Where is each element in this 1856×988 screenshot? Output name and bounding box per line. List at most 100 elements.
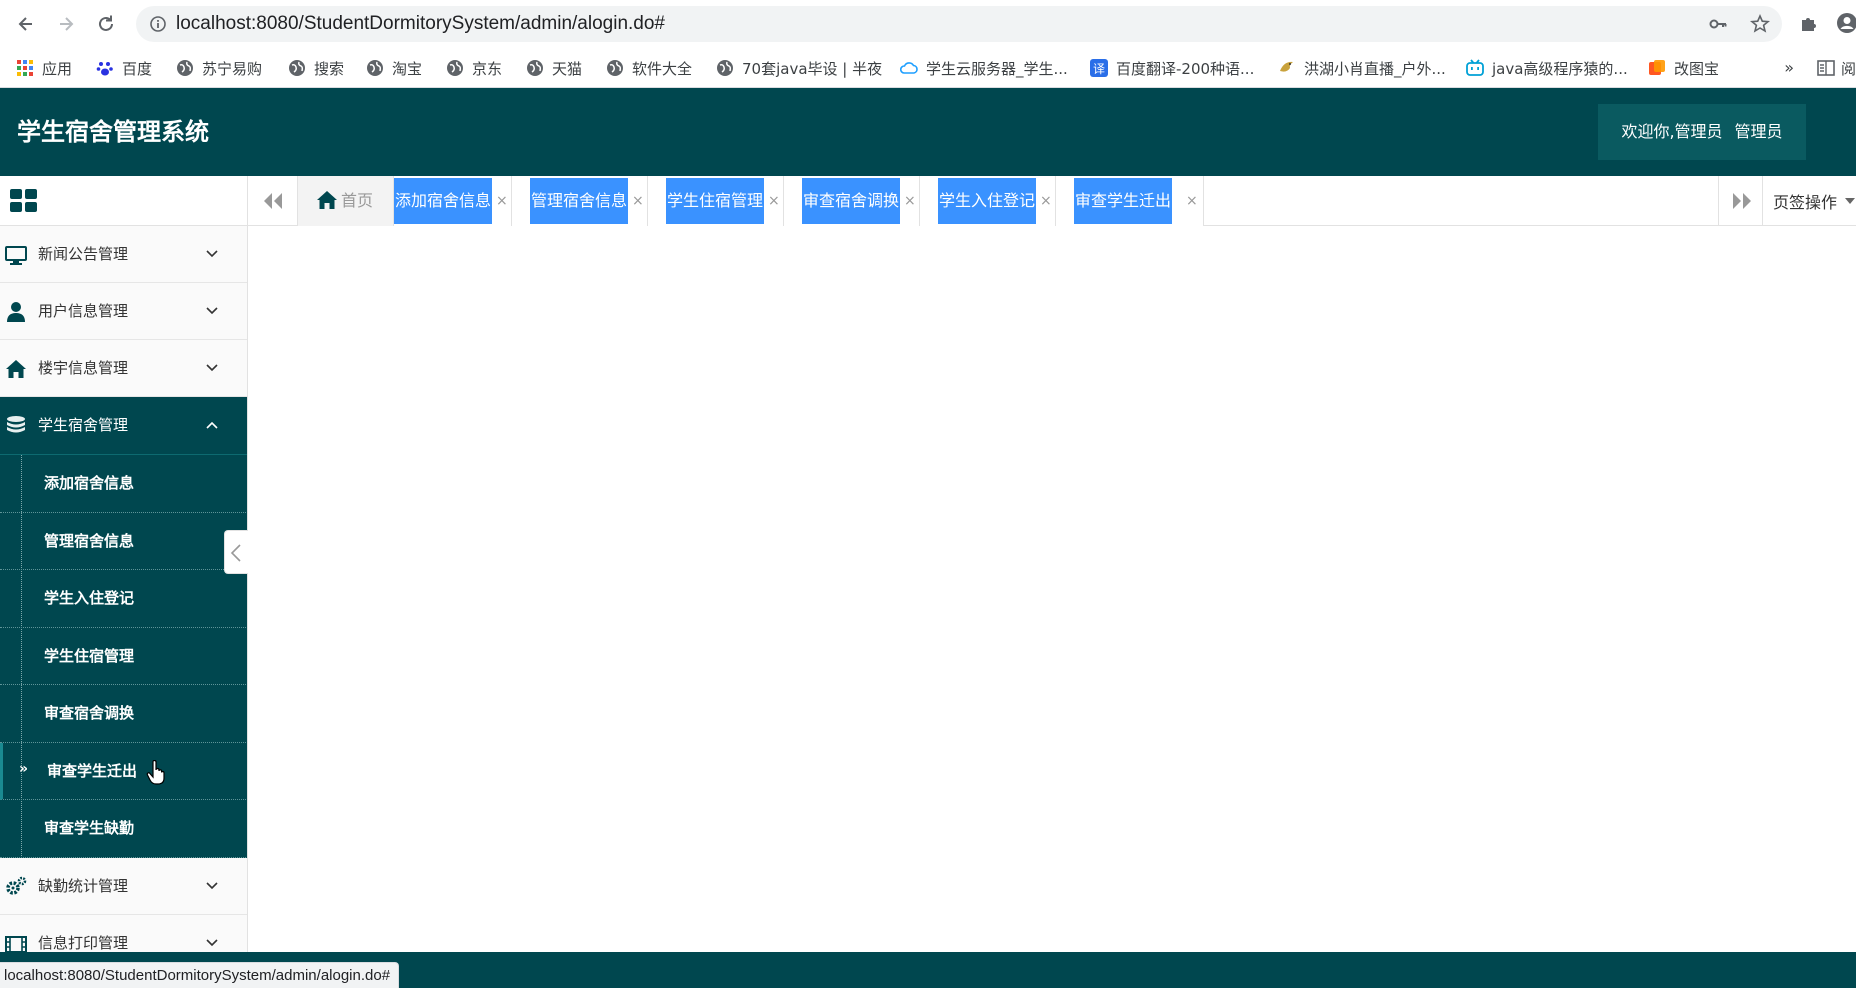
submenu-item-manage-dorm[interactable]: 管理宿舍信息 xyxy=(0,513,247,570)
submenu-item-review-swap[interactable]: 审查宿舍调换 xyxy=(0,685,247,743)
bookmark-gaitubao[interactable]: 改图宝 xyxy=(1648,48,1719,88)
reading-list-button[interactable]: 阅 xyxy=(1817,48,1856,88)
bookmark-jd[interactable]: 京东 xyxy=(446,48,502,88)
submenu-item-review-absence[interactable]: 审查学生缺勤 xyxy=(0,800,247,858)
browser-toolbar: localhost:8080/StudentDormitorySystem/ad… xyxy=(0,0,1856,48)
gears-icon xyxy=(6,876,27,895)
tab-label: 首页 xyxy=(341,191,374,210)
tab-operations-dropdown[interactable]: 页签操作 xyxy=(1762,176,1856,226)
bookmark-baidu-translate[interactable]: 译 百度翻译-200种语... xyxy=(1090,48,1254,88)
bookmark-label: 苏宁易购 xyxy=(202,59,263,78)
sidebar-item-label: 缺勤统计管理 xyxy=(38,876,129,895)
extensions-icon[interactable] xyxy=(1798,12,1820,34)
star-icon[interactable] xyxy=(1750,14,1770,34)
tab-close-icon[interactable]: × xyxy=(768,176,780,226)
chevron-down-icon xyxy=(206,881,218,889)
tabs-scroll-right-button[interactable] xyxy=(1718,176,1762,226)
sidebar-item-label: 新闻公告管理 xyxy=(38,245,129,263)
sidebar-item-dormitory[interactable]: 学生宿舍管理 xyxy=(0,397,247,455)
bookmark-baidu[interactable]: 百度 xyxy=(96,48,152,88)
dormitory-submenu: 添加宿舍信息 管理宿舍信息 学生入住登记 学生住宿管理 审查宿舍调换 » 审查学生… xyxy=(0,455,247,858)
caret-down-icon xyxy=(1845,198,1855,204)
submenu-item-lodging[interactable]: 学生住宿管理 xyxy=(0,628,247,685)
app-title: 学生宿舍管理系统 xyxy=(17,118,209,146)
bookmark-java-senior[interactable]: java高级程序猿的... xyxy=(1466,48,1628,88)
tab-close-icon[interactable]: × xyxy=(632,176,644,226)
tab-checkin[interactable]: 学生入住登记 × xyxy=(920,176,1056,226)
bookmark-software[interactable]: 软件大全 xyxy=(606,48,692,88)
double-left-icon xyxy=(264,193,282,209)
site-info-icon[interactable] xyxy=(148,14,168,34)
bookmark-label: 淘宝 xyxy=(392,59,423,78)
tab-review-swap[interactable]: 审查宿舍调换 × xyxy=(784,176,920,226)
bookmark-taobao[interactable]: 淘宝 xyxy=(366,48,422,88)
address-bar[interactable]: localhost:8080/StudentDormitorySystem/ad… xyxy=(136,6,1782,42)
bookmark-label: 百度 xyxy=(122,59,153,78)
bookmarks-overflow-button[interactable]: » xyxy=(1784,48,1794,88)
tab-manage-dorm[interactable]: 管理宿舍信息 × xyxy=(512,176,648,226)
profile-avatar-icon[interactable] xyxy=(1836,12,1856,34)
submenu-item-label: 学生住宿管理 xyxy=(44,646,135,665)
back-icon[interactable] xyxy=(12,10,40,38)
bookmark-label: 京东 xyxy=(472,59,503,78)
image-edit-icon xyxy=(1649,60,1665,75)
sidebar: 新闻公告管理 用户信息管理 楼宇信息管理 学生宿舍管理 添加宿舍信息 管理宿舍信… xyxy=(0,176,248,952)
submenu-item-label: 学生入住登记 xyxy=(44,589,135,607)
translate-icon: 译 xyxy=(1090,59,1108,77)
submenu-item-label: 管理宿舍信息 xyxy=(44,531,135,550)
tab-close-icon[interactable]: × xyxy=(1186,176,1198,226)
bookmark-label: 天猫 xyxy=(552,59,583,78)
globe-icon xyxy=(367,60,383,76)
bookmark-tmall[interactable]: 天猫 xyxy=(526,48,582,88)
bookmark-student-cloud[interactable]: 学生云服务器_学生... xyxy=(900,48,1068,88)
tabs-scroll-left-button[interactable] xyxy=(248,176,298,226)
baidu-paw-icon xyxy=(96,62,113,76)
globe-icon xyxy=(607,60,623,76)
tab-review-moveout[interactable]: 审查学生迁出 × xyxy=(1056,176,1204,226)
submenu-item-add-dorm[interactable]: 添加宿舍信息 xyxy=(0,455,247,513)
sidebar-menu: 新闻公告管理 用户信息管理 楼宇信息管理 学生宿舍管理 添加宿舍信息 管理宿舍信… xyxy=(0,226,247,952)
bookmark-label: 百度翻译-200种语... xyxy=(1116,59,1255,78)
chevron-left-icon xyxy=(230,544,241,562)
bookmark-label: 洪湖小肖直播_户外... xyxy=(1304,59,1446,78)
globe-icon xyxy=(527,60,543,76)
bookmark-label: 软件大全 xyxy=(632,59,693,78)
submenu-item-review-moveout[interactable]: » 审查学生迁出 xyxy=(0,742,247,800)
sidebar-item-label: 楼宇信息管理 xyxy=(38,359,129,377)
url-text[interactable]: localhost:8080/StudentDormitorySystem/ad… xyxy=(176,6,665,42)
sidebar-item-buildings[interactable]: 楼宇信息管理 xyxy=(0,340,247,397)
tab-lodging[interactable]: 学生住宿管理 × xyxy=(648,176,784,226)
key-icon[interactable] xyxy=(1708,14,1728,34)
forward-icon[interactable] xyxy=(52,10,80,38)
sidebar-toggle[interactable] xyxy=(0,176,247,226)
tab-close-icon[interactable]: × xyxy=(1040,176,1052,226)
sidebar-item-absence-stats[interactable]: 缺勤统计管理 xyxy=(0,857,247,915)
sidebar-item-label: 用户信息管理 xyxy=(38,302,129,320)
tab-home[interactable]: 首页 xyxy=(298,176,394,226)
welcome-text: 欢迎你,管理员 xyxy=(1621,122,1723,141)
bookmark-label: 学生云服务器_学生... xyxy=(926,59,1068,78)
submenu-item-label: 审查宿舍调换 xyxy=(44,704,135,722)
bookmark-honghu-live[interactable]: 洪湖小肖直播_户外... xyxy=(1278,48,1446,88)
reading-list-icon xyxy=(1817,60,1835,76)
user-welcome-menu[interactable]: 欢迎你,管理员 管理员 xyxy=(1598,104,1806,160)
sidebar-collapse-button[interactable] xyxy=(224,530,248,574)
tab-operations-label: 页签操作 xyxy=(1773,193,1838,212)
sidebar-item-print[interactable]: 信息打印管理 xyxy=(0,914,247,952)
bookmark-java-projects[interactable]: 70套java毕设 | 半夜 xyxy=(716,48,882,88)
dashboard-grid-icon xyxy=(10,189,37,212)
submenu-item-label: 审查学生缺勤 xyxy=(44,819,135,837)
bookmark-search[interactable]: 搜索 xyxy=(288,48,344,88)
tab-add-dorm[interactable]: 添加宿舍信息 × xyxy=(394,176,512,226)
reading-list-label: 阅 xyxy=(1840,59,1856,78)
tab-close-icon[interactable]: × xyxy=(496,176,508,226)
tab-label: 管理宿舍信息 xyxy=(530,178,629,224)
home-icon xyxy=(6,360,26,378)
sidebar-item-users[interactable]: 用户信息管理 xyxy=(0,283,247,340)
submenu-item-checkin[interactable]: 学生入住登记 xyxy=(0,570,247,628)
bookmark-apps[interactable]: 应用 xyxy=(16,48,72,88)
tab-close-icon[interactable]: × xyxy=(904,176,916,226)
sidebar-item-news[interactable]: 新闻公告管理 xyxy=(0,226,247,283)
reload-icon[interactable] xyxy=(92,10,120,38)
bookmark-suning[interactable]: 苏宁易购 xyxy=(176,48,262,88)
